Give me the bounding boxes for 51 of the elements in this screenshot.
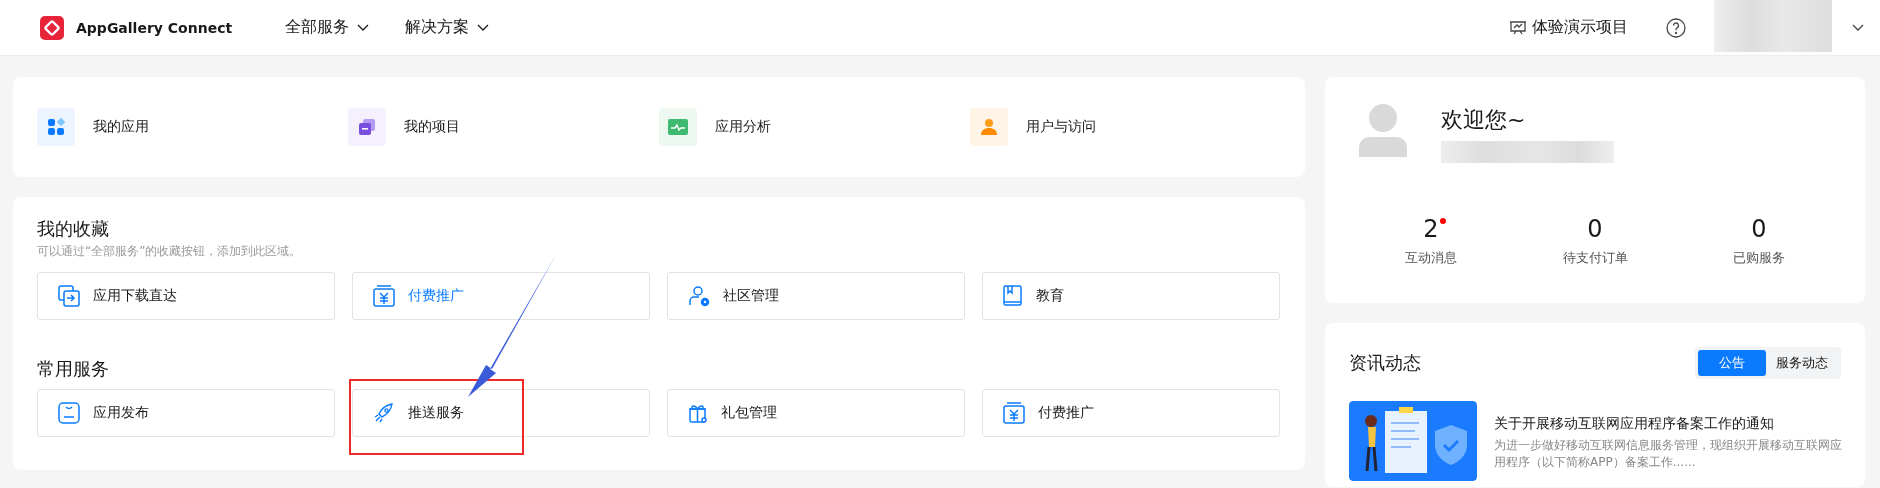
- gift-icon: [688, 402, 708, 424]
- presentation-board-icon: [1509, 19, 1527, 36]
- service-tile[interactable]: 应用下载直达: [37, 272, 335, 320]
- section-title: 我的收藏: [37, 217, 109, 241]
- quick-link[interactable]: 我的应用: [37, 108, 149, 146]
- yen-box-icon: [1003, 402, 1025, 424]
- app-box-icon: [58, 402, 80, 424]
- service-tile[interactable]: 应用发布: [37, 389, 335, 437]
- service-tile[interactable]: 推送服务: [352, 389, 650, 437]
- quick-link[interactable]: 我的项目: [348, 108, 460, 146]
- quick-link[interactable]: 用户与访问: [970, 108, 1096, 146]
- stat-value[interactable]: 0: [1587, 215, 1603, 243]
- window-arrow-icon: [58, 285, 80, 307]
- service-tile[interactable]: 礼包管理: [667, 389, 965, 437]
- news-summary: 为进一步做好移动互联网信息服务管理，现组织开展移动互联网应用程序（以下简称APP）备案工作......: [1494, 437, 1843, 471]
- service-tile[interactable]: 教育: [982, 272, 1280, 320]
- news-headline[interactable]: 关于开展移动互联网应用程序备案工作的通知: [1494, 415, 1848, 433]
- nav-menu[interactable]: 解决方案: [405, 17, 489, 38]
- stat-value[interactable]: 0: [1751, 215, 1767, 243]
- rocket-icon: [373, 402, 395, 424]
- service-tile[interactable]: 付费推广: [352, 272, 650, 320]
- stat-label: 互动消息: [1405, 249, 1457, 267]
- service-tile[interactable]: 付费推广: [982, 389, 1280, 437]
- user-gear-icon: [688, 285, 710, 307]
- chart-icon: [659, 108, 697, 146]
- app-logo-icon[interactable]: [40, 15, 64, 40]
- demo-project-link[interactable]: 体验演示项目: [1509, 17, 1628, 38]
- stat-label: 已购服务: [1733, 249, 1785, 267]
- service-tile[interactable]: 社区管理: [667, 272, 965, 320]
- document-shield-illustration[interactable]: [1349, 401, 1477, 481]
- stat-value[interactable]: 2: [1423, 215, 1439, 243]
- quick-link[interactable]: 应用分析: [659, 108, 771, 146]
- news-tab[interactable]: 公告: [1698, 350, 1766, 376]
- section-title: 常用服务: [37, 357, 109, 381]
- person-icon: [970, 108, 1008, 146]
- news-tab[interactable]: 服务动态: [1766, 350, 1838, 376]
- brand-name: AppGallery Connect: [76, 19, 233, 36]
- section-hint: 可以通过“全部服务”的收藏按钮，添加到此区域。: [37, 243, 302, 260]
- yen-box-icon: [373, 285, 395, 307]
- chevron-down-icon: [357, 23, 369, 32]
- stacked-squares-icon: [348, 108, 386, 146]
- stat-label: 待支付订单: [1562, 249, 1628, 267]
- chevron-down-icon[interactable]: [1852, 23, 1864, 32]
- welcome-title: 欢迎您~: [1441, 106, 1526, 134]
- nav-menu[interactable]: 全部服务: [285, 17, 369, 38]
- help-icon[interactable]: [1666, 17, 1686, 38]
- avatar-silhouette-icon: [1359, 103, 1407, 157]
- book-icon: [1003, 285, 1023, 307]
- section-title: 资讯动态: [1349, 351, 1421, 375]
- grid-icon: [37, 108, 75, 146]
- chevron-down-icon: [477, 23, 489, 32]
